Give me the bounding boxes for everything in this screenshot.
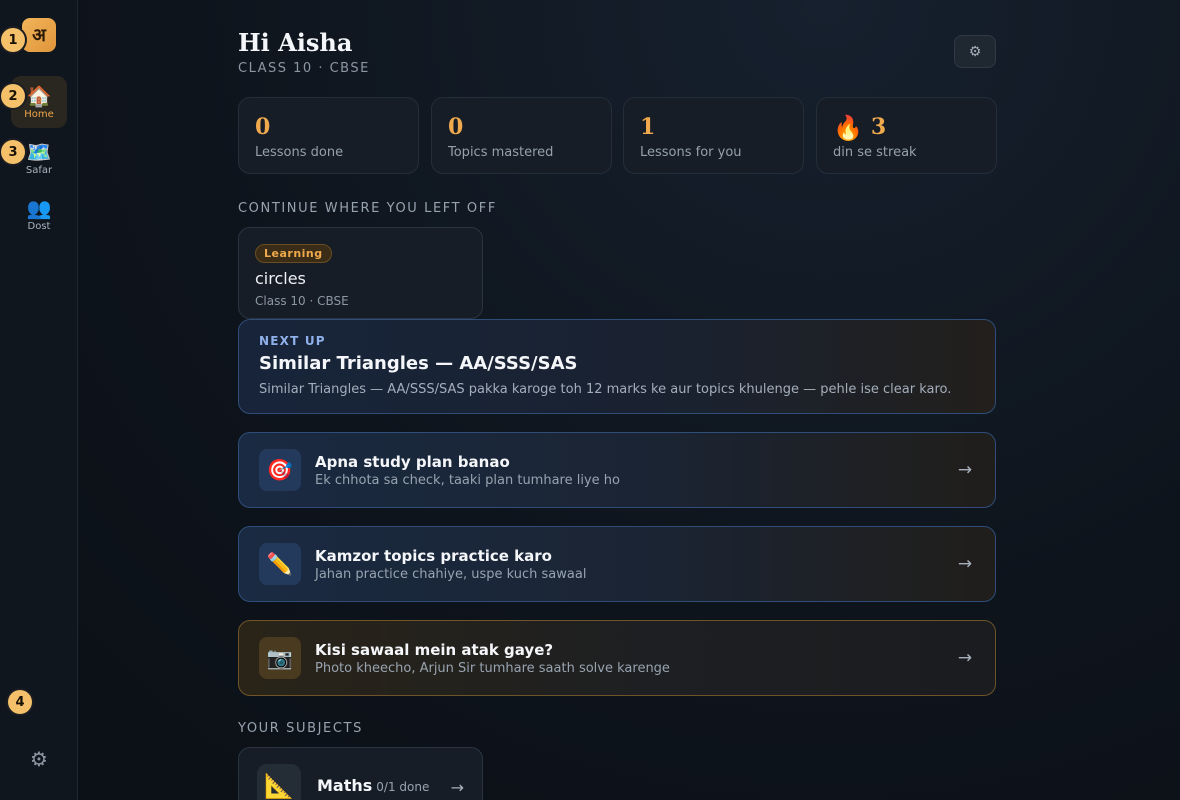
gear-icon[interactable]: ⚙	[26, 746, 52, 772]
next-up-card[interactable]: NEXT UP Similar Triangles — AA/SSS/SAS S…	[238, 319, 996, 414]
action-title: Kamzor topics practice karo	[315, 546, 552, 565]
continue-lesson-card[interactable]: Learning circles Class 10 · CBSE	[238, 227, 483, 319]
fire-icon: 🔥	[833, 112, 863, 142]
next-up-description: Similar Triangles — AA/SSS/SAS pakka kar…	[259, 382, 952, 397]
stat-card-lessons-done: 0 Lessons done	[238, 97, 419, 174]
lesson-subtitle: Class 10 · CBSE	[255, 294, 349, 308]
study-plan-button[interactable]: 🎯 Apna study plan banao Ek chhota sa che…	[238, 432, 996, 508]
stat-value: 0	[255, 114, 271, 140]
sidebar-item-label: Safar	[25, 164, 53, 176]
stat-label: Topics mastered	[448, 145, 554, 160]
arrow-right-icon: →	[957, 554, 973, 574]
target-icon: 🎯	[259, 449, 301, 491]
stat-label: Lessons for you	[640, 145, 742, 160]
marker-1: 1	[1, 28, 25, 52]
action-subtitle: Ek chhota sa check, taaki plan tumhare l…	[315, 472, 620, 488]
next-up-label: NEXT UP	[259, 334, 326, 348]
gear-icon: ⚙	[968, 43, 982, 60]
stat-value: 3	[870, 114, 887, 140]
subject-card-maths[interactable]: 📐 Maths 0/1 done →	[238, 747, 483, 800]
settings-button[interactable]: ⚙	[954, 35, 996, 68]
subject-progress: 0/1 done	[376, 780, 430, 794]
people-icon: 👥	[26, 195, 52, 220]
continue-heading: CONTINUE WHERE YOU LEFT OFF	[238, 201, 497, 216]
subjects-heading: YOUR SUBJECTS	[238, 721, 363, 736]
action-title: Apna study plan banao	[315, 452, 510, 471]
arrow-right-icon: →	[450, 778, 464, 797]
action-subtitle: Photo kheecho, Arjun Sir tumhare saath s…	[315, 660, 670, 676]
stat-card-topics-mastered: 0 Topics mastered	[431, 97, 612, 174]
photo-doubt-button[interactable]: 📷 Kisi sawaal mein atak gaye? Photo khee…	[238, 620, 996, 696]
sidebar-item-dost[interactable]: 👥 Dost	[11, 188, 67, 240]
practice-weak-topics-button[interactable]: ✏️ Kamzor topics practice karo Jahan pra…	[238, 526, 996, 602]
sidebar-item-label: Dost	[27, 220, 51, 232]
arrow-right-icon: →	[957, 648, 973, 668]
arrow-right-icon: →	[957, 460, 973, 480]
action-title: Kisi sawaal mein atak gaye?	[315, 640, 554, 659]
map-icon: 🗺️	[26, 139, 52, 164]
lesson-title: circles	[255, 269, 306, 288]
home-icon: 🏠	[26, 83, 52, 108]
app-logo[interactable]: अ	[22, 18, 56, 52]
status-badge: Learning	[255, 244, 332, 263]
stat-value: 1	[640, 114, 656, 140]
sidebar-item-label: Home	[24, 108, 54, 120]
action-subtitle: Jahan practice chahiye, uspe kuch sawaal	[315, 566, 587, 582]
camera-icon: 📷	[259, 637, 301, 679]
sidebar: अ 🏠 Home 🗺️ Safar 👥 Dost ⚙	[0, 0, 78, 800]
stat-card-lessons-for-you: 1 Lessons for you	[623, 97, 804, 174]
class-board-subtitle: CLASS 10 · CBSE	[238, 61, 370, 76]
stat-card-streak: 🔥 3 din se streak	[816, 97, 997, 174]
subject-name: Maths	[317, 776, 373, 795]
stat-value: 0	[448, 114, 464, 140]
marker-3: 3	[1, 140, 25, 164]
page-title: Hi Aisha	[238, 28, 353, 57]
pencil-icon: ✏️	[259, 543, 301, 585]
next-up-title: Similar Triangles — AA/SSS/SAS	[259, 353, 578, 374]
ruler-triangle-icon: 📐	[257, 764, 301, 800]
marker-2: 2	[1, 84, 25, 108]
stat-label: Lessons done	[255, 145, 344, 160]
stat-label: din se streak	[833, 145, 917, 160]
marker-4: 4	[8, 690, 32, 714]
